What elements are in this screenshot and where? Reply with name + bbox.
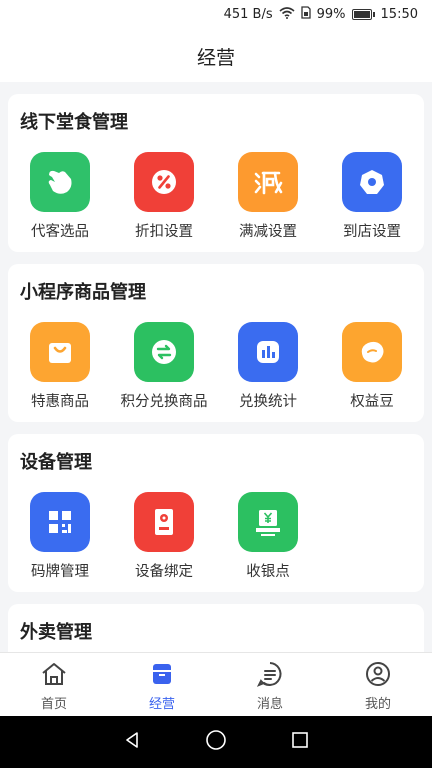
cash-register-icon <box>238 492 298 552</box>
menu-item-label: 设备绑定 <box>135 564 193 580</box>
tab-label: 首页 <box>40 697 67 712</box>
tab-messages[interactable]: 消息 <box>216 653 324 716</box>
menu-item-label: 兑换统计 <box>239 394 297 410</box>
menu-item-label: 收银点 <box>246 564 290 580</box>
section-grid: 代客选品 折扣设置 满减设置 到店设置 <box>8 152 424 241</box>
business-icon <box>148 661 176 691</box>
wifi-icon <box>279 6 295 23</box>
section-title: 外卖管理 <box>20 622 92 643</box>
menu-item-label: 折扣设置 <box>135 224 193 240</box>
tab-home[interactable]: 首页 <box>0 653 108 716</box>
tab-label: 消息 <box>256 697 283 712</box>
status-indicators: 451 B/s 99% 15:50 <box>224 6 418 23</box>
shopping-bag-icon <box>30 322 90 382</box>
bar-chart-icon <box>238 322 298 382</box>
section-card-dine-in: 线下堂食管理 代客选品 折扣设置 满减设置 到店设置 <box>8 94 424 252</box>
exchange-icon <box>134 322 194 382</box>
menu-item-full-reduction[interactable]: 满减设置 <box>216 152 320 241</box>
menu-item-proxy-select[interactable]: 代客选品 <box>8 152 112 241</box>
menu-item-label: 积分兑换商品 <box>120 394 208 410</box>
menu-item-label: 特惠商品 <box>31 394 89 410</box>
back-icon[interactable] <box>122 730 142 754</box>
page-header: 经营 <box>0 30 432 82</box>
message-icon <box>256 661 284 691</box>
tab-label: 经营 <box>148 697 175 712</box>
hand-pick-icon <box>30 152 90 212</box>
jian-char-icon <box>238 152 298 212</box>
system-nav-bar <box>0 716 432 768</box>
store-gear-icon <box>342 152 402 212</box>
device-icon <box>134 492 194 552</box>
section-title: 小程序商品管理 <box>20 282 146 303</box>
menu-item-special-offers[interactable]: 特惠商品 <box>8 322 112 411</box>
home-icon <box>40 661 68 691</box>
sim-icon <box>300 6 311 23</box>
profile-icon <box>364 661 392 691</box>
status-bar: 451 B/s 99% 15:50 <box>0 0 432 30</box>
qr-code-icon <box>30 492 90 552</box>
section-card-devices: 设备管理 码牌管理 设备绑定 收银点 <box>8 434 424 592</box>
content-area[interactable]: 线下堂食管理 代客选品 折扣设置 满减设置 到店设置 小程序商品管理 特惠商品 … <box>0 82 432 652</box>
menu-item-points-exchange[interactable]: 积分兑换商品 <box>112 322 216 411</box>
menu-item-benefit-beans[interactable]: 权益豆 <box>320 322 424 411</box>
menu-item-store-settings[interactable]: 到店设置 <box>320 152 424 241</box>
section-title: 设备管理 <box>20 452 92 473</box>
page-title: 经营 <box>196 46 235 69</box>
percent-icon <box>134 152 194 212</box>
section-grid: 特惠商品 积分兑换商品 兑换统计 权益豆 <box>8 322 424 411</box>
section-grid: 码牌管理 设备绑定 收银点 <box>8 492 424 581</box>
menu-item-cashier-point[interactable]: 收银点 <box>216 492 320 581</box>
battery-icon <box>351 9 375 20</box>
tab-profile[interactable]: 我的 <box>324 653 432 716</box>
menu-item-exchange-stats[interactable]: 兑换统计 <box>216 322 320 411</box>
menu-item-label: 代客选品 <box>31 224 89 240</box>
network-speed: 451 B/s <box>223 7 273 22</box>
section-title: 线下堂食管理 <box>20 112 128 133</box>
section-card-mini-program: 小程序商品管理 特惠商品 积分兑换商品 兑换统计 权益豆 <box>8 264 424 422</box>
tab-label: 我的 <box>364 697 391 712</box>
clock: 15:50 <box>380 7 418 22</box>
bean-icon <box>342 322 402 382</box>
menu-item-label: 码牌管理 <box>31 564 89 580</box>
tab-business[interactable]: 经营 <box>108 653 216 716</box>
menu-item-label: 满减设置 <box>239 224 297 240</box>
menu-item-device-binding[interactable]: 设备绑定 <box>112 492 216 581</box>
menu-item-label: 权益豆 <box>350 394 394 410</box>
menu-item-label: 到店设置 <box>343 224 401 240</box>
menu-item-qr-plate[interactable]: 码牌管理 <box>8 492 112 581</box>
section-card-takeaway: 外卖管理 <box>8 604 424 652</box>
menu-item-discount[interactable]: 折扣设置 <box>112 152 216 241</box>
recent-apps-icon[interactable] <box>290 730 310 754</box>
home-circle-icon[interactable] <box>205 729 227 755</box>
bottom-tab-bar: 首页 经营 消息 我的 <box>0 652 432 716</box>
battery-percent: 99% <box>316 7 346 22</box>
